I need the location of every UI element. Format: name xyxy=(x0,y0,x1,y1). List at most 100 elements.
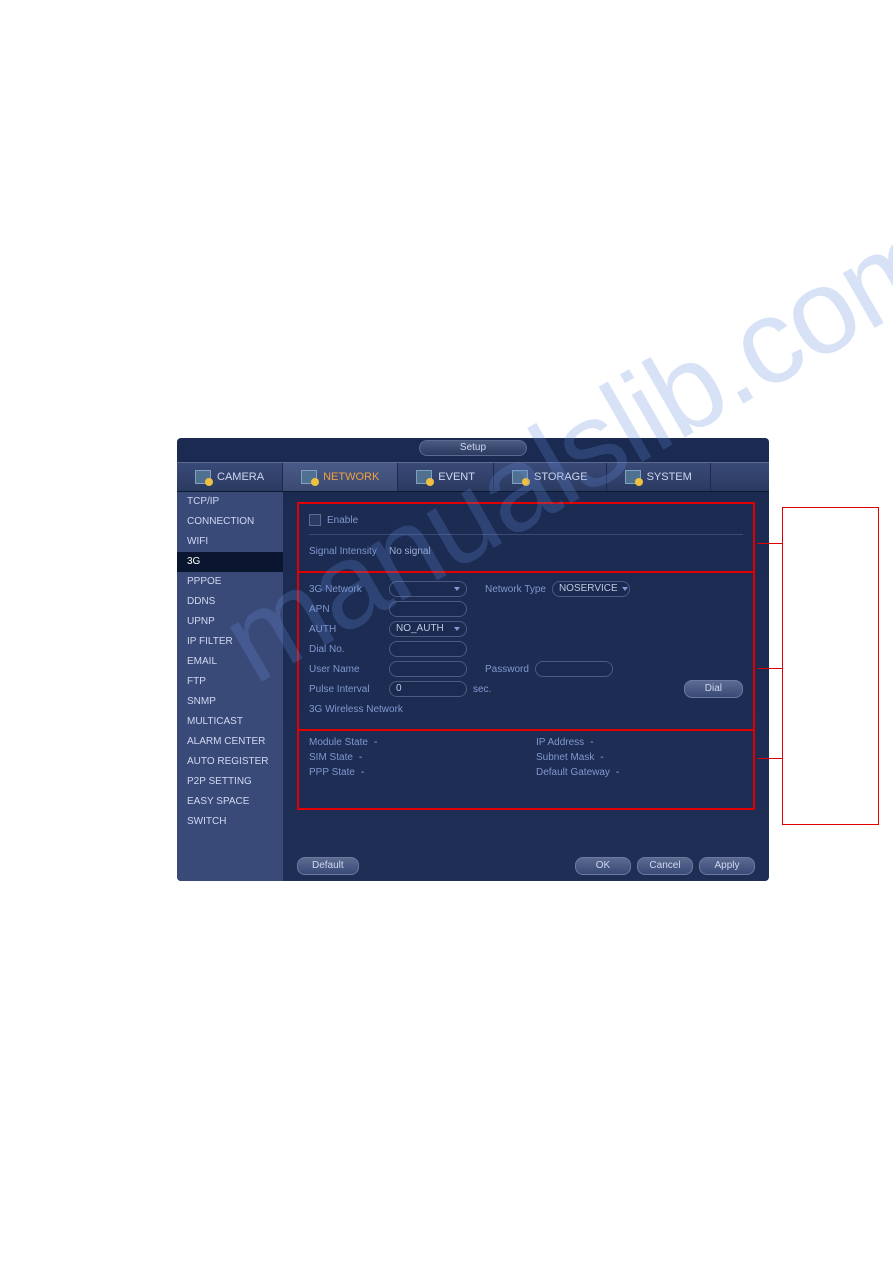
signal-intensity-value: No signal xyxy=(389,546,431,557)
3g-network-select[interactable] xyxy=(389,581,467,597)
user-name-input[interactable] xyxy=(389,661,467,677)
password-label: Password xyxy=(485,664,529,675)
tab-label: CAMERA xyxy=(217,471,264,483)
dial-button[interactable]: Dial xyxy=(684,680,743,698)
default-button[interactable]: Default xyxy=(297,857,359,875)
sidebar-item-tcpip[interactable]: TCP/IP xyxy=(177,492,283,512)
status-panel: Module State - IP Address - SIM State - … xyxy=(297,731,755,810)
config-panel: 3G Network Network Type NOSERVICE APN xyxy=(297,573,755,731)
default-gateway-label: Default Gateway xyxy=(536,767,610,778)
sidebar-item-upnp[interactable]: UPNP xyxy=(177,612,283,632)
sidebar-item-snmp[interactable]: SNMP xyxy=(177,692,283,712)
sidebar-item-alarmcenter[interactable]: ALARM CENTER xyxy=(177,732,283,752)
sidebar-item-ipfilter[interactable]: IP FILTER xyxy=(177,632,283,652)
sidebar-item-ftp[interactable]: FTP xyxy=(177,672,283,692)
sidebar-item-email[interactable]: EMAIL xyxy=(177,652,283,672)
subnet-mask-value: - xyxy=(600,752,603,763)
pulse-unit: sec. xyxy=(473,684,491,695)
sidebar-item-switch[interactable]: SWITCH xyxy=(177,812,283,832)
status-grid: Module State - IP Address - SIM State - … xyxy=(309,737,743,778)
tab-storage[interactable]: STORAGE xyxy=(494,463,607,491)
default-gateway: Default Gateway - xyxy=(536,767,743,778)
chevron-down-icon xyxy=(622,587,628,591)
callout-box xyxy=(782,507,879,825)
password-input[interactable] xyxy=(535,661,613,677)
tab-label: EVENT xyxy=(438,471,475,483)
ip-address: IP Address - xyxy=(536,737,743,748)
sim-state-label: SIM State xyxy=(309,752,353,763)
dial-no-label: Dial No. xyxy=(309,644,383,655)
storage-icon xyxy=(512,470,528,484)
titlebar: Setup xyxy=(177,438,769,462)
ok-button[interactable]: OK xyxy=(575,857,631,875)
tab-label: STORAGE xyxy=(534,471,588,483)
callout-line xyxy=(757,543,782,544)
sidebar-item-ddns[interactable]: DDNS xyxy=(177,592,283,612)
cancel-button[interactable]: Cancel xyxy=(637,857,693,875)
enable-checkbox[interactable] xyxy=(309,514,321,526)
network-type-label: Network Type xyxy=(485,584,546,595)
ip-address-value: - xyxy=(590,737,593,748)
subnet-mask-label: Subnet Mask xyxy=(536,752,594,763)
dial-no-input[interactable] xyxy=(389,641,467,657)
sidebar: TCP/IP CONNECTION WIFI 3G PPPOE DDNS UPN… xyxy=(177,492,283,881)
pulse-interval-label: Pulse Interval xyxy=(309,684,383,695)
chevron-down-icon xyxy=(454,627,460,631)
tab-event[interactable]: EVENT xyxy=(398,463,494,491)
select-value: NOSERVICE xyxy=(559,582,618,596)
divider xyxy=(309,534,743,535)
apn-label: APN xyxy=(309,604,383,615)
ip-address-label: IP Address xyxy=(536,737,584,748)
sidebar-item-p2p[interactable]: P2P SETTING xyxy=(177,772,283,792)
chevron-down-icon xyxy=(454,587,460,591)
apn-input[interactable] xyxy=(389,601,467,617)
sidebar-item-connection[interactable]: CONNECTION xyxy=(177,512,283,532)
sim-state-value: - xyxy=(359,752,362,763)
ppp-state-value: - xyxy=(361,767,364,778)
tab-network[interactable]: NETWORK xyxy=(283,463,398,491)
wireless-header: 3G Wireless Network xyxy=(309,704,403,715)
module-state-value: - xyxy=(374,737,377,748)
signal-intensity-label: Signal Intensity xyxy=(309,546,383,557)
auth-select[interactable]: NO_AUTH xyxy=(389,621,467,637)
sidebar-item-pppoe[interactable]: PPPOE xyxy=(177,572,283,592)
enable-panel: Enable Signal Intensity No signal xyxy=(297,502,755,573)
event-icon xyxy=(416,470,432,484)
camera-icon xyxy=(195,470,211,484)
window-title: Setup xyxy=(419,440,527,456)
main-content: Enable Signal Intensity No signal 3G Net… xyxy=(283,492,769,881)
tab-system[interactable]: SYSTEM xyxy=(607,463,711,491)
ppp-state-label: PPP State xyxy=(309,767,355,778)
callout-line xyxy=(757,758,782,759)
sim-state: SIM State - xyxy=(309,752,516,763)
system-icon xyxy=(625,470,641,484)
sidebar-item-3g[interactable]: 3G xyxy=(177,552,283,572)
select-value: NO_AUTH xyxy=(396,622,444,636)
setup-window: Setup CAMERA NETWORK EVENT STORAGE SYSTE… xyxy=(177,438,769,881)
default-gateway-value: - xyxy=(616,767,619,778)
footer: Default OK Cancel Apply xyxy=(297,857,755,875)
apply-button[interactable]: Apply xyxy=(699,857,755,875)
main-tabs: CAMERA NETWORK EVENT STORAGE SYSTEM xyxy=(177,462,769,492)
network-icon xyxy=(301,470,317,484)
sidebar-item-autoregister[interactable]: AUTO REGISTER xyxy=(177,752,283,772)
ppp-state: PPP State - xyxy=(309,767,516,778)
tab-camera[interactable]: CAMERA xyxy=(177,463,283,491)
tab-label: NETWORK xyxy=(323,471,379,483)
subnet-mask: Subnet Mask - xyxy=(536,752,743,763)
sidebar-item-multicast[interactable]: MULTICAST xyxy=(177,712,283,732)
enable-label: Enable xyxy=(327,515,358,526)
3g-network-label: 3G Network xyxy=(309,584,383,595)
module-state-label: Module State xyxy=(309,737,368,748)
footer-right: OK Cancel Apply xyxy=(575,857,755,875)
user-name-label: User Name xyxy=(309,664,383,675)
tab-label: SYSTEM xyxy=(647,471,692,483)
sidebar-item-wifi[interactable]: WIFI xyxy=(177,532,283,552)
auth-label: AUTH xyxy=(309,624,383,635)
module-state: Module State - xyxy=(309,737,516,748)
sidebar-item-easyspace[interactable]: EASY SPACE xyxy=(177,792,283,812)
callout-line xyxy=(757,668,782,669)
network-type-select[interactable]: NOSERVICE xyxy=(552,581,630,597)
pulse-interval-input[interactable]: 0 xyxy=(389,681,467,697)
window-body: TCP/IP CONNECTION WIFI 3G PPPOE DDNS UPN… xyxy=(177,492,769,881)
